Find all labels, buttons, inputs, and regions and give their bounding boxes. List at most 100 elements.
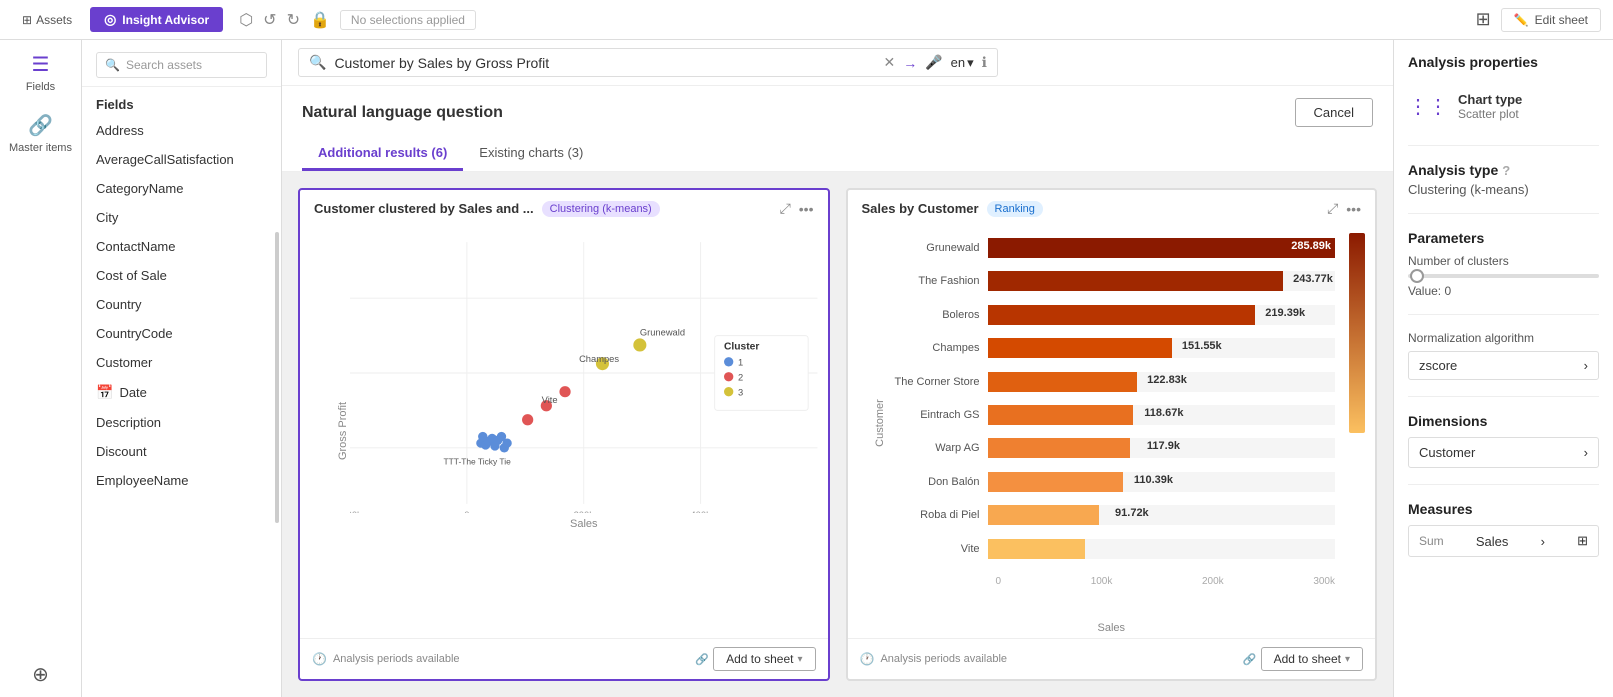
bar-add-to-sheet-button[interactable]: Add to sheet ▾ [1261,647,1363,671]
field-item-costofsale[interactable]: Cost of Sale [82,261,281,290]
field-item-countrycode[interactable]: CountryCode [82,319,281,348]
language-selector[interactable]: en ▾ [951,55,974,71]
field-item-customer[interactable]: Customer [82,348,281,377]
measures-section: Measures Sum Sales › ⊞ [1408,501,1599,557]
field-item-date[interactable]: 📅 Date [82,377,281,408]
field-item-city[interactable]: City [82,203,281,232]
add-to-sheet-dropdown[interactable]: ▾ [797,654,802,665]
svg-text:1: 1 [738,358,743,368]
content-header: Natural language question Cancel Additio… [282,86,1393,172]
field-item-description[interactable]: Description [82,408,281,437]
x-tick-3: 300k [1313,576,1335,587]
scatter-body: Gross Profit 100k 50k 0 -50k [300,223,828,638]
field-item-avgcall[interactable]: AverageCallSatisfaction [82,145,281,174]
clock-icon: 🕐 [312,652,327,666]
bar-label-4: The Corner Store [878,376,988,388]
add-to-sheet-button[interactable]: Add to sheet ▾ [713,647,815,671]
analysis-periods-right: 🕐 Analysis periods available [860,652,1008,666]
field-list: Address AverageCallSatisfaction Category… [82,116,281,697]
bar-fill-4: 122.83k [988,372,1137,392]
lock-icon[interactable]: 🔒 [310,10,330,30]
edit-icon: ✏️ [1514,13,1529,27]
undo-icon[interactable]: ↺ [263,10,276,30]
measure-expand-icon[interactable]: › [1541,534,1545,549]
bar-fill-5: 118.67k [988,405,1134,425]
measure-grid-icon[interactable]: ⊞ [1577,533,1588,549]
color-legend-bar [1349,233,1365,433]
field-item-country[interactable]: Country [82,290,281,319]
bar-chart-title: Sales by Customer [862,201,979,216]
dimension-value: Customer [1419,445,1475,460]
bar-track-4: 122.83k [988,372,1336,392]
edit-sheet-label: Edit sheet [1535,13,1588,27]
dimension-customer[interactable]: Customer › [1408,437,1599,468]
submit-arrow-icon[interactable]: → [903,55,917,71]
edit-sheet-button[interactable]: ✏️ Edit sheet [1501,8,1601,32]
sidebar-item-add[interactable]: ⊕ [32,662,49,687]
svg-text:400k: 400k [690,510,711,513]
add-to-sheet-label: Add to sheet [726,652,793,666]
analysis-periods-label: Analysis periods available [333,653,460,665]
bar-add-dropdown[interactable]: ▾ [1345,654,1350,665]
tab-existing-charts[interactable]: Existing charts (3) [463,137,599,171]
bar-fill-7: 110.39k [988,472,1124,492]
search-input[interactable] [334,55,875,71]
cancel-button[interactable]: Cancel [1295,98,1373,127]
field-item-address[interactable]: Address [82,116,281,145]
clear-icon[interactable]: ✕ [884,54,896,71]
master-items-label: Master items [9,142,72,154]
bar-track-6: 117.9k [988,438,1336,458]
lasso-icon[interactable]: ⬡ [239,10,253,30]
params-label: Parameters [1408,230,1599,246]
fields-panel: 🔍 Search assets Fields Address AverageCa… [82,40,282,697]
field-item-category[interactable]: CategoryName [82,174,281,203]
analysis-periods-label-2: Analysis periods available [880,653,1007,665]
tab-additional-results[interactable]: Additional results (6) [302,137,463,171]
link-icon-2[interactable]: 🔗 [1243,653,1257,666]
bar-row-5: Eintrach GS 118.67k [878,405,1336,425]
field-item-discount[interactable]: Discount [82,437,281,466]
slider-thumb[interactable] [1410,269,1424,283]
x-axis-label: Sales [350,518,818,530]
mic-icon[interactable]: 🎤 [925,54,942,71]
bar-row-1: The Fashion 243.77k [878,271,1336,291]
bar-row-2: Boleros 219.39k [878,305,1336,325]
bar-row-4: The Corner Store 122.83k [878,372,1336,392]
info-icon[interactable]: ℹ [982,54,987,71]
bar-label-2: Boleros [878,309,988,321]
right-panel: Analysis properties ⋮⋮ Chart type Scatte… [1393,40,1613,697]
bar-fill-9 [988,539,1085,559]
clusters-slider[interactable] [1408,274,1599,278]
norm-select[interactable]: zscore › [1408,351,1599,380]
bar-chart-actions: ⤢ ••• [1327,200,1361,217]
field-item-employeename[interactable]: EmployeeName [82,466,281,495]
assets-tab[interactable]: ⊞ Assets [12,9,82,31]
more-options-icon[interactable]: ••• [799,201,814,217]
help-icon[interactable]: ? [1502,163,1510,178]
bar-chart-header: Sales by Customer Ranking ⤢ ••• [848,190,1376,223]
bar-body: Customer Grunewald 285.89k [848,223,1376,622]
redo-icon[interactable]: ↻ [287,10,300,30]
slider-value: Value: 0 [1408,284,1599,298]
measure-sales[interactable]: Sum Sales › ⊞ [1408,525,1599,557]
top-nav: ⊞ Assets ◎ Insight Advisor ⬡ ↺ ↻ 🔒 No se… [0,0,1613,40]
more-bar-options-icon[interactable]: ••• [1346,201,1361,217]
bar-label-7: Don Balón [878,476,988,488]
fields-label: Fields [26,81,55,93]
calendar-icon: 📅 [96,384,113,401]
grid-icon[interactable]: ⊞ [1476,9,1491,30]
norm-chevron: › [1584,358,1588,373]
field-item-contact[interactable]: ContactName [82,232,281,261]
sidebar-item-master-items[interactable]: 🔗 Master items [9,113,72,154]
insight-advisor-tab[interactable]: ◎ Insight Advisor [90,7,223,32]
insight-search-bar[interactable]: 🔍 ✕ → 🎤 en ▾ ℹ [298,48,998,77]
expand-bar-icon[interactable]: ⤢ [1327,200,1338,217]
expand-icon[interactable]: ⤢ [780,200,791,217]
search-assets-box[interactable]: 🔍 Search assets [96,52,267,78]
charts-grid: Customer clustered by Sales and ... Clus… [282,172,1393,697]
search-icon: 🔍 [105,58,120,72]
sidebar-item-fields[interactable]: ☰ Fields [26,52,55,93]
link-icon[interactable]: 🔗 [695,653,709,666]
bar-value-0: 285.89k [1291,240,1331,252]
scatter-chart-card: Customer clustered by Sales and ... Clus… [298,188,830,681]
